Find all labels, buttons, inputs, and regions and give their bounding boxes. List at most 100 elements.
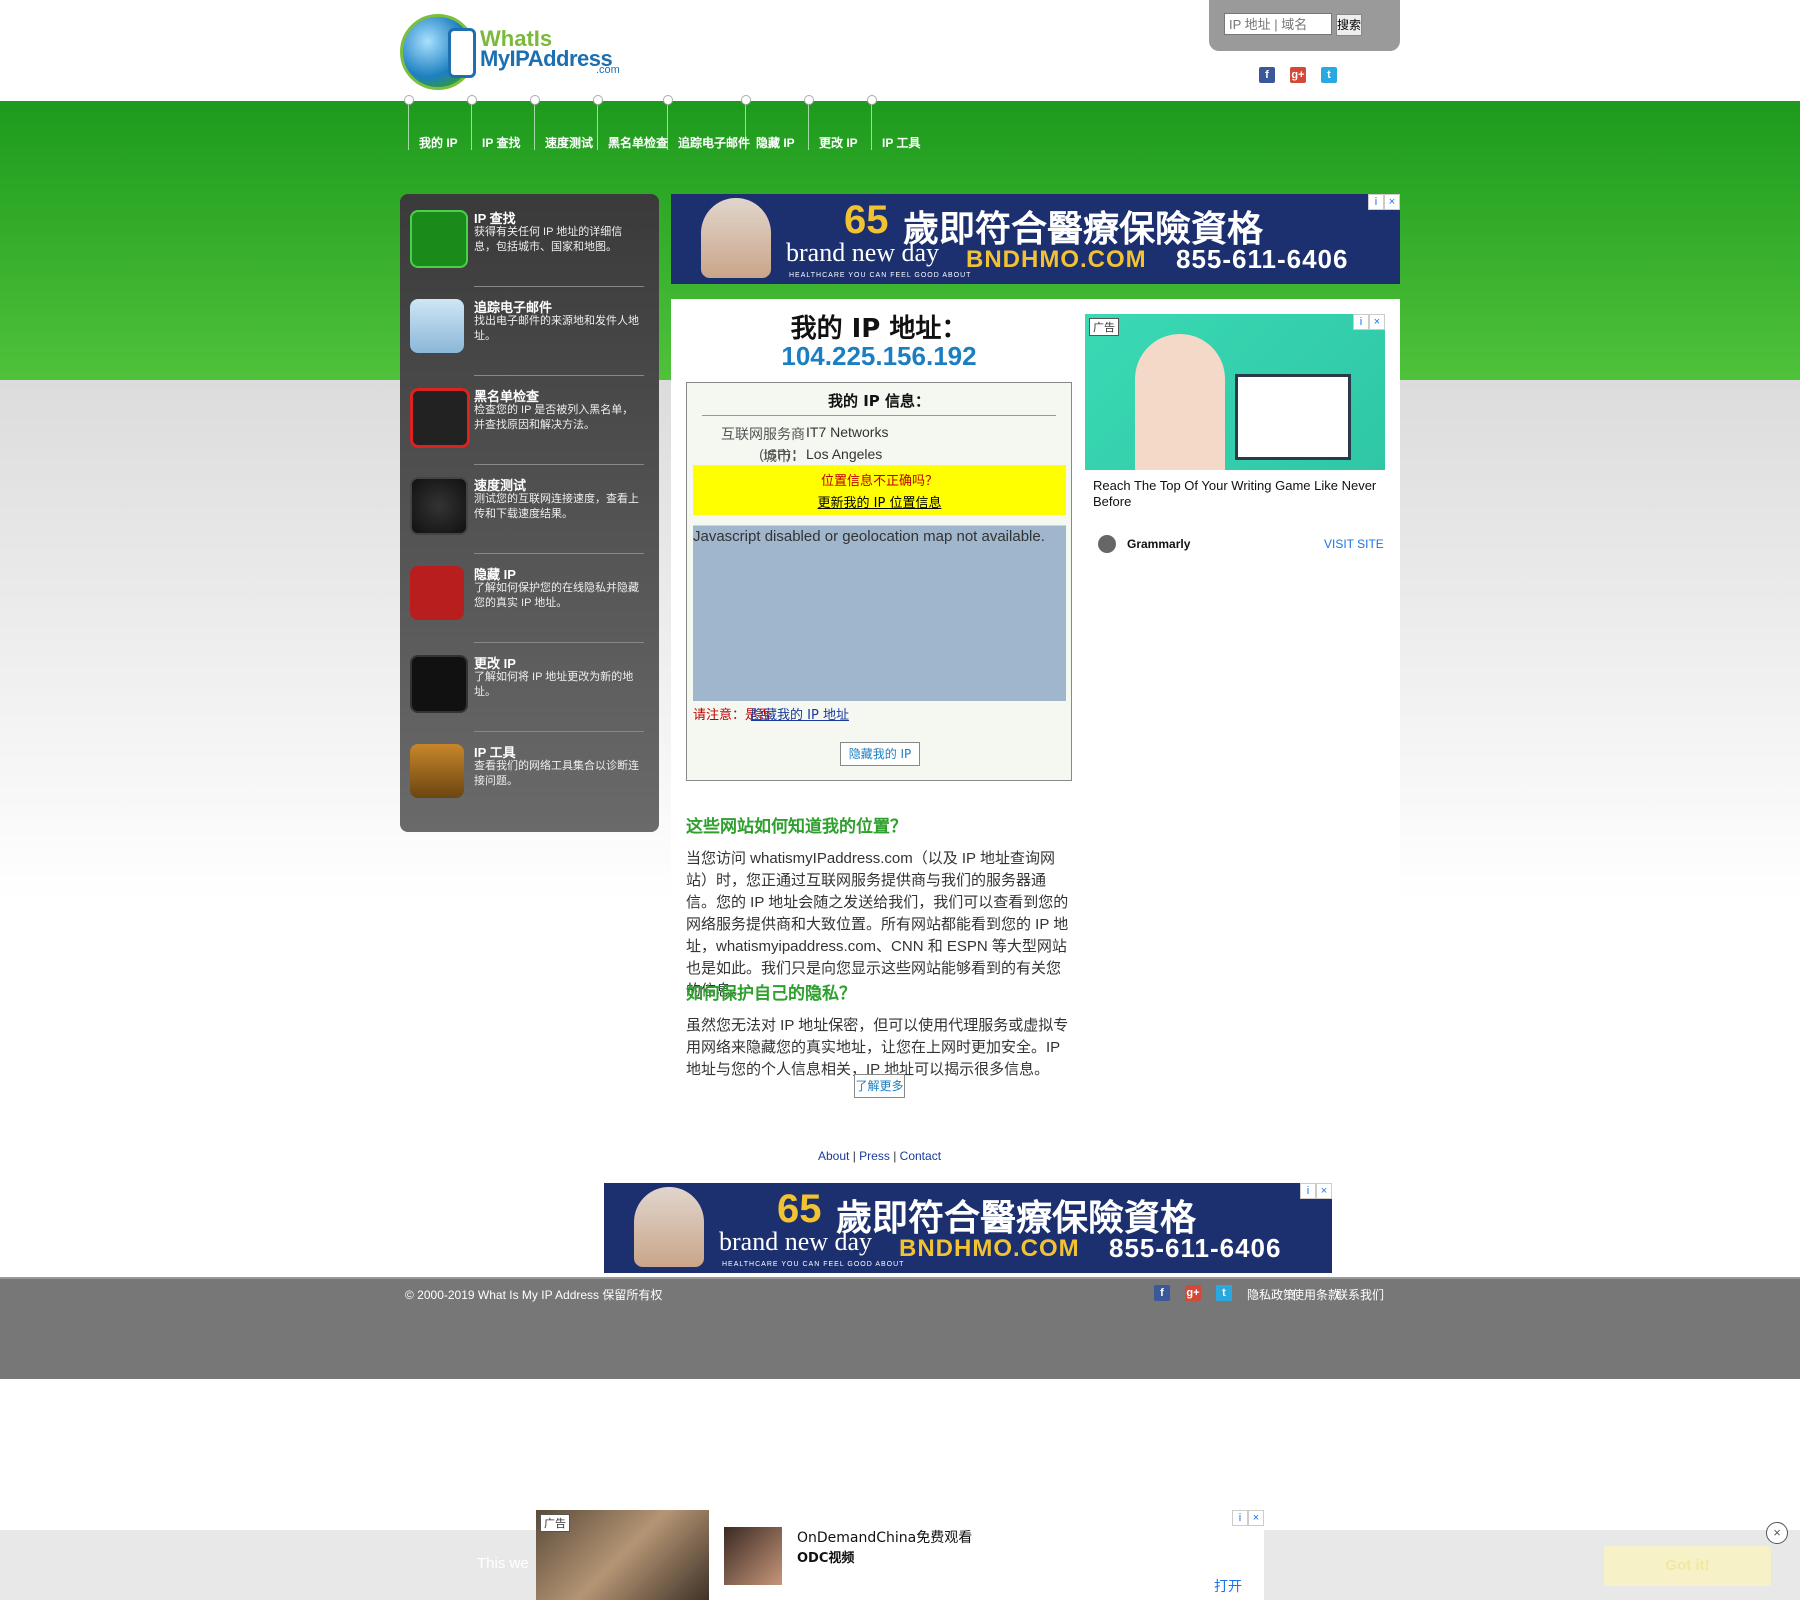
ip-address-value: 104.225.156.192 — [781, 341, 977, 371]
ad-tagline: HEALTHCARE YOU CAN FEEL GOOD ABOUT — [789, 272, 972, 279]
logo-text-line3: .com — [596, 64, 620, 76]
footer-link-terms[interactable]: 使用条款 — [1292, 1286, 1340, 1303]
ip-lookup-icon — [410, 210, 468, 268]
bottom-ad-title: OnDemandChina免费观看 — [797, 1530, 973, 1546]
sidebar-item-speed-test[interactable]: 速度测试 测试您的互联网连接速度，查看上传和下载速度结果。 — [410, 461, 650, 541]
ad-phone: 855-611-6406 — [1109, 1233, 1282, 1263]
facebook-icon[interactable]: f — [1259, 67, 1275, 83]
sidebar-item-change-ip[interactable]: 更改 IP 了解如何将 IP 地址更改为新的地址。 — [410, 639, 650, 719]
search-button[interactable]: 搜索 — [1336, 14, 1362, 36]
banner-ad[interactable]: 65 歲即符合醫療保險資格 brand new day HEALTHCARE Y… — [671, 194, 1400, 284]
googleplus-icon[interactable]: g+ — [1290, 67, 1306, 83]
logo-text-line2: MyIPAddress — [480, 46, 613, 71]
googleplus-icon[interactable]: g+ — [1185, 1285, 1201, 1301]
footer-bar — [0, 1277, 1800, 1379]
ad-number: 65 — [844, 198, 889, 242]
ad-url: BNDHMO.COM — [966, 246, 1147, 273]
sidebar-item-desc: 了解如何将 IP 地址更改为新的地址。 — [474, 671, 634, 698]
ad-tagline: HEALTHCARE YOU CAN FEEL GOOD ABOUT — [722, 1261, 905, 1268]
footer-link-contact[interactable]: 联系我们 — [1336, 1286, 1384, 1303]
nav-label: 我的 IP — [419, 136, 458, 150]
nav-hide-ip[interactable]: 隐藏 IP — [741, 95, 795, 150]
open-ad-button[interactable]: 打开 — [1214, 1576, 1242, 1596]
got-it-button[interactable]: Got it! — [1604, 1546, 1771, 1586]
close-icon[interactable]: × — [1369, 314, 1385, 330]
nav-label: 隐藏 IP — [756, 136, 795, 150]
twitter-icon[interactable]: t — [1216, 1285, 1232, 1301]
nav-ip-lookup[interactable]: IP 查找 — [467, 95, 520, 150]
adchoices-icon[interactable]: i — [1232, 1510, 1248, 1526]
press-link[interactable]: Press — [859, 1149, 890, 1163]
sidebar-item-desc: 查看我们的网络工具集合以诊断连接问题。 — [474, 760, 639, 787]
location-incorrect-text: 位置信息不正确吗？ — [820, 474, 938, 489]
copyright-text: © 2000-2019 What Is My IP Address 保留所有权 — [405, 1288, 663, 1302]
nav-speed-test[interactable]: 速度测试 — [530, 95, 593, 150]
footer-link-privacy[interactable]: 隐私政策 — [1247, 1286, 1295, 1303]
ad-brand: brand new day — [719, 1227, 873, 1256]
info-icon — [448, 28, 476, 78]
change-ip-icon — [410, 655, 468, 713]
ad-url: BNDHMO.COM — [899, 1235, 1080, 1262]
sidebar-item-blacklist[interactable]: 黑名单检查 检查您的 IP 是否被列入黑名单，并查找原因和解决方法。 — [410, 372, 650, 452]
twitter-icon[interactable]: t — [1321, 67, 1337, 83]
laptop-icon — [1235, 374, 1351, 460]
sidebar-item-desc: 检查您的 IP 是否被列入黑名单，并查找原因和解决方法。 — [474, 404, 634, 431]
ad-phone: 855-611-6406 — [1176, 244, 1349, 274]
section-heading-privacy: 如何保护自己的隐私？ — [686, 984, 856, 1004]
adchoices-icon[interactable]: i — [1353, 314, 1369, 330]
trace-email-icon — [410, 299, 464, 353]
globe-icon — [1098, 535, 1116, 553]
nav-ip-tools[interactable]: IP 工具 — [867, 95, 920, 150]
adchoices-icon[interactable]: i — [1368, 194, 1384, 210]
map-unavailable-text: Javascript disabled or geolocation map n… — [693, 528, 1045, 545]
sidebar-item-trace-email[interactable]: 追踪电子邮件 找出电子邮件的来源地和发件人地址。 — [410, 283, 650, 363]
nav-trace-email[interactable]: 追踪电子邮件 — [663, 95, 750, 150]
city-value: Los Angeles — [806, 446, 883, 462]
blacklist-icon — [410, 388, 470, 448]
page-title: 我的 IP 地址： — [790, 314, 968, 344]
nav-label: 更改 IP — [819, 136, 858, 150]
visit-site-link[interactable]: VISIT SITE — [1324, 537, 1384, 551]
nav-label: IP 查找 — [482, 136, 521, 150]
contact-link[interactable]: Contact — [900, 1149, 941, 1163]
sidebar-item-desc: 了解如何保护您的在线隐私并隐藏您的真实 IP 地址。 — [474, 582, 639, 609]
nav-label: 速度测试 — [545, 136, 594, 150]
hide-ip-button[interactable]: 隐藏我的 IP — [840, 742, 920, 766]
separator: | — [852, 1149, 856, 1163]
isp-value: IT7 Networks — [806, 424, 889, 440]
ad-thumbnail — [724, 1527, 782, 1585]
bottom-ad-subtitle: ODC视频 — [797, 1551, 855, 1566]
nav-label: 黑名单检查 — [608, 136, 669, 150]
sidebar-item-desc: 获得有关任何 IP 地址的详细信息，包括城市、国家和地图。 — [474, 226, 623, 253]
banner-ad-bottom[interactable]: 65 歲即符合醫療保險資格 brand new day HEALTHCARE Y… — [604, 1183, 1332, 1273]
ad-portrait — [634, 1187, 704, 1267]
nav-change-ip[interactable]: 更改 IP — [804, 95, 858, 150]
sidebar-item-ip-lookup[interactable]: IP 查找 获得有关任何 IP 地址的详细信息，包括城市、国家和地图。 — [410, 194, 650, 274]
adchoices-icon[interactable]: i — [1300, 1183, 1316, 1199]
separator: | — [893, 1149, 897, 1163]
nav-label: 追踪电子邮件 — [678, 136, 751, 150]
hide-ip-link[interactable]: 隐藏我的 IP 地址 — [751, 704, 849, 723]
section-heading-location: 这些网站如何知道我的位置？ — [686, 817, 907, 837]
cookie-text: This we — [477, 1555, 529, 1572]
side-ad-text: Reach The Top Of Your Writing Game Like … — [1093, 478, 1377, 509]
ad-person-shape — [1135, 334, 1225, 470]
sidebar-item-desc: 测试您的互联网连接速度，查看上传和下载速度结果。 — [474, 493, 639, 520]
footer-links: About | Press | Contact — [818, 1149, 941, 1163]
close-icon[interactable]: × — [1248, 1510, 1264, 1526]
hide-ip-icon — [410, 566, 464, 620]
sidebar-item-hide-ip[interactable]: 隐藏 IP 了解如何保护您的在线隐私并隐藏您的真实 IP 地址。 — [410, 550, 650, 630]
nav-blacklist-check[interactable]: 黑名单检查 — [593, 95, 668, 150]
about-link[interactable]: About — [818, 1149, 849, 1163]
sidebar-item-ip-tools[interactable]: IP 工具 查看我们的网络工具集合以诊断连接问题。 — [410, 728, 650, 808]
learn-more-button[interactable]: 了解更多 — [854, 1074, 905, 1098]
location-map[interactable] — [693, 525, 1066, 701]
facebook-icon[interactable]: f — [1154, 1285, 1170, 1301]
nav-my-ip[interactable]: 我的 IP — [404, 95, 458, 150]
city-label: 城市： — [763, 448, 805, 464]
close-icon[interactable]: × — [1384, 194, 1400, 210]
update-location-link[interactable]: 更新我的 IP 位置信息 — [693, 492, 1066, 511]
close-icon[interactable]: × — [1316, 1183, 1332, 1199]
close-ad-icon[interactable]: × — [1766, 1522, 1788, 1544]
search-input[interactable] — [1224, 13, 1332, 35]
